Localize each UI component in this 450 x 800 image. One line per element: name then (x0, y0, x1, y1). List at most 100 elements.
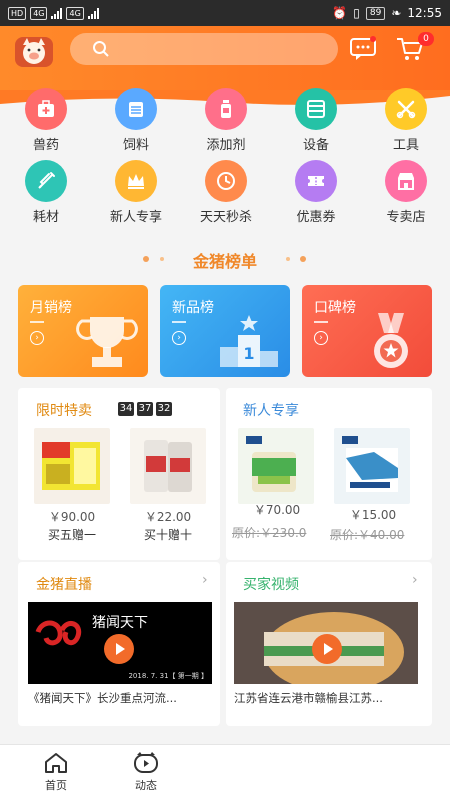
nav-home[interactable]: 首页 (26, 751, 86, 793)
buyer-video-caption[interactable]: 江苏省连云港市赣榆县江苏... (234, 690, 424, 706)
category-label: 工具 (392, 138, 419, 153)
vibrate-icon: ▯ (353, 6, 360, 20)
timer-seconds: 32 (156, 402, 172, 416)
product-image[interactable] (334, 428, 410, 504)
search-bar[interactable] (70, 33, 338, 65)
category-consumables[interactable]: 耗材 (6, 160, 86, 225)
category-label: 天天秒杀 (199, 210, 252, 225)
live-caption[interactable]: 《猪闻天下》长沙重点河流... (28, 690, 214, 706)
play-icon[interactable] (104, 634, 134, 664)
product-price: ￥90.00 (48, 510, 96, 524)
equipment-icon (295, 88, 337, 130)
medicine-box-icon (25, 88, 67, 130)
card-underline (314, 321, 328, 323)
product-price: ￥70.00 (253, 503, 301, 517)
medal-icon (374, 313, 408, 368)
status-bar: HD 4G 4G ⏰ ▯ 89 ❧ 12:55 (0, 0, 450, 26)
product-price: ￥22.00 (144, 510, 192, 524)
battery-level: 89 (365, 6, 386, 20)
category-label: 设备 (302, 138, 329, 153)
arrow-right-icon: › (30, 331, 44, 345)
product-image[interactable] (238, 428, 314, 504)
podium-icon: 1 (220, 315, 278, 367)
live-video-thumbnail[interactable]: 猪闻天下 2018. 7. 31【 第一期 】 (28, 602, 212, 684)
alarm-icon: ⏰ (332, 6, 348, 20)
product-price: ￥15.00 (349, 508, 397, 522)
nav-label: 动态 (135, 779, 157, 792)
category-additive[interactable]: 添加剂 (186, 88, 266, 153)
new-product-card[interactable]: 新品榜 › 1 (160, 285, 290, 377)
flash-sale-title[interactable]: 限时特卖 (36, 400, 92, 420)
category-label: 添加剂 (206, 138, 246, 153)
category-newcomer[interactable]: 新人专享 (96, 160, 176, 225)
category-coupon[interactable]: 优惠券 (276, 160, 356, 225)
title-dot (300, 256, 306, 262)
category-label: 新人专享 (109, 210, 162, 225)
nav-label: 首页 (45, 779, 67, 792)
buyer-video-title[interactable]: 买家视频 (243, 574, 299, 594)
message-dot (370, 36, 376, 42)
category-label: 专卖店 (386, 210, 426, 225)
timer-hours: 34 (118, 402, 134, 416)
arrow-right-icon: › (314, 331, 328, 345)
bottom-navigation: 首页 动态 (0, 744, 450, 800)
card-underline (30, 321, 44, 323)
signal-icon-2 (87, 7, 99, 19)
signal-icon (51, 7, 63, 19)
pig-logo-icon[interactable] (14, 36, 54, 68)
category-tools[interactable]: 工具 (366, 88, 446, 153)
original-price: 原价:￥40.00 (330, 528, 405, 542)
category-veterinary[interactable]: 兽药 (6, 88, 86, 153)
original-price: 原价:￥230.0 (232, 526, 307, 540)
leaf-icon: ❧ (391, 6, 402, 20)
category-feed[interactable]: 饲料 (96, 88, 176, 153)
category-grid: 兽药 饲料 添加剂 设备 工具 耗材 新人专享 天天秒杀 优惠券 专卖店 (0, 88, 450, 233)
product-image[interactable] (130, 428, 206, 504)
crown-icon (115, 160, 157, 202)
feed-bag-icon (115, 88, 157, 130)
live-title[interactable]: 金猪直播 (36, 574, 92, 594)
reputation-card[interactable]: 口碑榜 › (302, 285, 432, 377)
app-screen: HD 4G 4G ⏰ ▯ 89 ❧ 12:55 0 兽药 饲料 添加剂 设备 工… (0, 0, 450, 800)
top-header: 0 (0, 26, 450, 90)
network-tag-1: 4G (30, 6, 48, 20)
newcomer-title[interactable]: 新人专享 (243, 400, 299, 420)
arrow-right-icon: › (172, 331, 186, 345)
cart-badge: 0 (418, 32, 434, 46)
product-image[interactable] (34, 428, 110, 504)
card-label: 新品榜 (172, 300, 214, 316)
network-tag-2: 4G (66, 6, 84, 20)
category-label: 耗材 (32, 210, 59, 225)
card-label: 口碑榜 (314, 300, 356, 316)
chevron-right-icon[interactable]: › (412, 572, 418, 588)
buyer-video-thumbnail[interactable] (234, 602, 418, 684)
clock-time: 12:55 (407, 6, 442, 20)
monthly-sales-card[interactable]: 月销榜 › (18, 285, 148, 377)
category-equipment[interactable]: 设备 (276, 88, 356, 153)
title-dot (286, 257, 290, 261)
countdown-timer: 34 37 32 (118, 402, 172, 416)
category-flash-kill[interactable]: 天天秒杀 (186, 160, 266, 225)
hd-tag: HD (8, 6, 27, 20)
card-underline (172, 321, 186, 323)
ranking-title: 金猪榜单 (192, 252, 257, 271)
play-icon[interactable] (312, 634, 342, 664)
category-label: 兽药 (32, 138, 59, 153)
syringe-icon (25, 160, 67, 202)
timer-minutes: 37 (137, 402, 153, 416)
store-icon (385, 160, 427, 202)
product-promo: 买五赠一 (47, 528, 96, 542)
search-icon (93, 41, 109, 57)
category-store[interactable]: 专卖店 (366, 160, 446, 225)
video-date: 2018. 7. 31【 第一期 】 (128, 672, 208, 680)
home-icon (45, 753, 67, 773)
category-label: 饲料 (122, 138, 149, 153)
tools-icon (385, 88, 427, 130)
video-overlay-title: 猪闻天下 (92, 615, 148, 631)
coupon-icon (295, 160, 337, 202)
trophy-icon (76, 317, 138, 367)
svg-text:1: 1 (243, 344, 254, 363)
chevron-right-icon[interactable]: › (202, 572, 208, 588)
card-label: 月销榜 (30, 300, 72, 316)
nav-feed[interactable]: 动态 (116, 751, 176, 793)
